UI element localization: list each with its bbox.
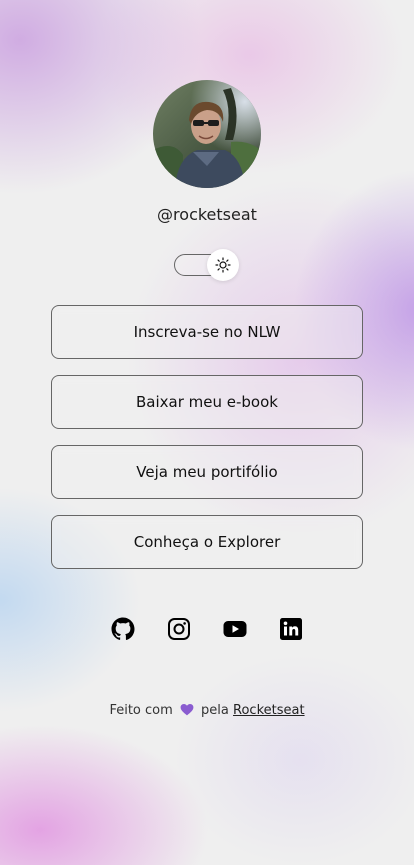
theme-switch[interactable] — [51, 249, 363, 281]
profile-handle: @rocketseat — [157, 205, 257, 224]
linkedin-link[interactable] — [279, 617, 303, 641]
list-item: Veja meu portifólio — [51, 445, 363, 499]
list-item: Inscreva-se no NLW — [51, 305, 363, 359]
footer-middle: pela — [201, 703, 229, 718]
avatar-photo — [153, 80, 261, 188]
list-item: Conheça o Explorer — [51, 515, 363, 569]
instagram-icon — [168, 618, 190, 640]
social-links — [51, 617, 363, 641]
link-portfolio-button[interactable]: Veja meu portifólio — [51, 445, 363, 499]
link-explorer-button[interactable]: Conheça o Explorer — [51, 515, 363, 569]
youtube-link[interactable] — [223, 617, 247, 641]
footer: Feito com pela Rocketseat — [51, 703, 363, 720]
list-item: Baixar meu e-book — [51, 375, 363, 429]
instagram-link[interactable] — [167, 617, 191, 641]
rocketseat-link[interactable]: Rocketseat — [233, 703, 305, 718]
youtube-icon — [223, 621, 247, 637]
links-list: Inscreva-se no NLW Baixar meu e-book Vej… — [51, 305, 363, 569]
main-container: @rocketseat Inscreva-se no NLW Baixar me… — [51, 0, 363, 720]
avatar — [153, 80, 261, 188]
sun-icon — [215, 257, 231, 273]
github-icon — [111, 617, 135, 640]
linkedin-icon — [280, 618, 302, 640]
heart-icon — [180, 703, 194, 720]
link-nlw-button[interactable]: Inscreva-se no NLW — [51, 305, 363, 359]
link-ebook-button[interactable]: Baixar meu e-book — [51, 375, 363, 429]
github-link[interactable] — [111, 617, 135, 641]
footer-prefix: Feito com — [109, 703, 173, 718]
switch-knob[interactable] — [207, 249, 239, 281]
